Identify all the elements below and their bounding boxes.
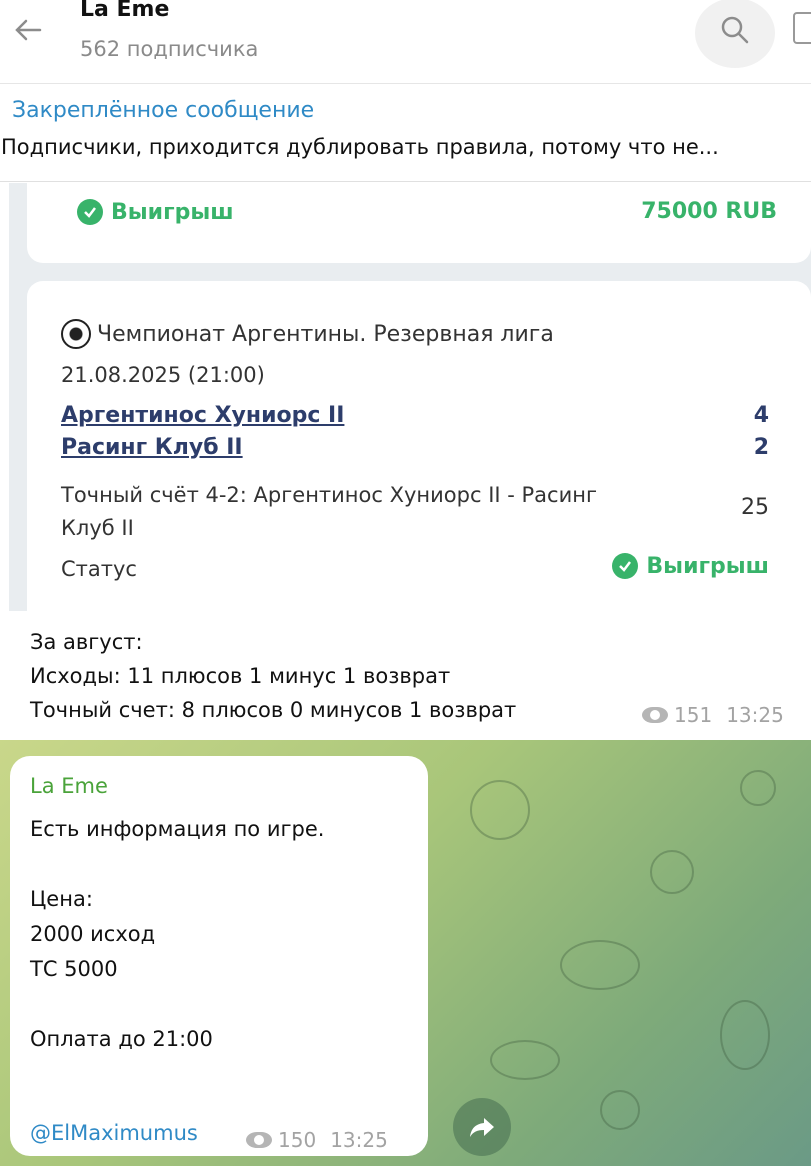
pinned-text: Подписчики, приходится дублировать прави…	[1, 135, 719, 159]
message-text: Есть информация по игре. Цена: 2000 исхо…	[30, 817, 325, 1051]
bet-coefficient: 25	[741, 495, 769, 520]
back-arrow-icon[interactable]	[10, 10, 50, 50]
pinned-message[interactable]: Закреплённое сообщение Подписчики, прихо…	[0, 85, 811, 182]
match-status: Выигрыш	[612, 553, 769, 579]
status-value: Выигрыш	[646, 553, 769, 579]
more-icon[interactable]	[793, 12, 811, 44]
check-icon	[612, 553, 639, 579]
eye-icon	[246, 1132, 272, 1148]
post-image[interactable]: Выигрыш 75000 RUB Чемпионат Аргентины. Р…	[9, 183, 811, 611]
team-away: Расинг Клуб II	[61, 435, 243, 460]
view-count: 151	[674, 703, 713, 727]
channel-post[interactable]: За август: Исходы: 11 плюсов 1 минус 1 в…	[0, 611, 811, 739]
eye-icon	[642, 707, 668, 723]
subscriber-count: 562 подписчика	[80, 37, 259, 61]
search-icon	[721, 16, 749, 44]
bet-description: Точный счёт 4-2: Аргентинос Хуниорс II -…	[61, 479, 691, 544]
chat-header: La Eme 562 подписчика	[0, 0, 811, 84]
team-home: Аргентинос Хуниорс II	[61, 403, 345, 428]
pinned-title: Закреплённое сообщение	[12, 98, 315, 123]
username-link[interactable]: @ElMaximumus	[30, 1121, 198, 1145]
league-row: Чемпионат Аргентины. Резервная лига	[61, 319, 554, 349]
bet-line: Точный счёт 4-2: Аргентинос Хуниорс II -…	[61, 483, 598, 507]
score-away: 2	[753, 435, 769, 460]
post-line: За август:	[30, 630, 143, 654]
win-label: Выигрыш	[111, 199, 234, 225]
win-amount: 75000 RUB	[641, 199, 777, 224]
post-line: Исходы: 11 плюсов 1 минус 1 возврат	[30, 664, 451, 688]
share-icon	[470, 1118, 494, 1137]
bet-line: Клуб II	[61, 515, 134, 540]
post-meta: 151 13:25	[642, 703, 784, 727]
win-status: Выигрыш	[77, 199, 234, 225]
post-text: За август: Исходы: 11 плюсов 1 минус 1 в…	[30, 625, 516, 727]
league-name: Чемпионат Аргентины. Резервная лига	[97, 321, 554, 347]
match-date: 21.08.2025 (21:00)	[61, 363, 265, 387]
status-label: Статус	[61, 557, 137, 581]
match-card: Чемпионат Аргентины. Резервная лига 21.0…	[27, 281, 811, 611]
soccer-ball-icon	[61, 319, 91, 349]
sender-name[interactable]: La Eme	[30, 774, 108, 798]
message-time: 13:25	[330, 1128, 388, 1152]
score-home: 4	[753, 403, 769, 428]
share-button[interactable]	[453, 1098, 511, 1156]
message-bubble[interactable]: La Eme Есть информация по игре. Цена: 20…	[10, 756, 428, 1156]
channel-title[interactable]: La Eme	[80, 0, 169, 22]
post-time: 13:25	[726, 703, 784, 727]
search-button[interactable]	[695, 0, 775, 68]
message-meta: 150 13:25	[246, 1128, 388, 1152]
view-count: 150	[278, 1128, 317, 1152]
check-icon	[77, 199, 103, 225]
post-line: Точный счет: 8 плюсов 0 минусов 1 возвра…	[30, 698, 517, 722]
bet-result-card: Выигрыш 75000 RUB	[27, 183, 811, 263]
